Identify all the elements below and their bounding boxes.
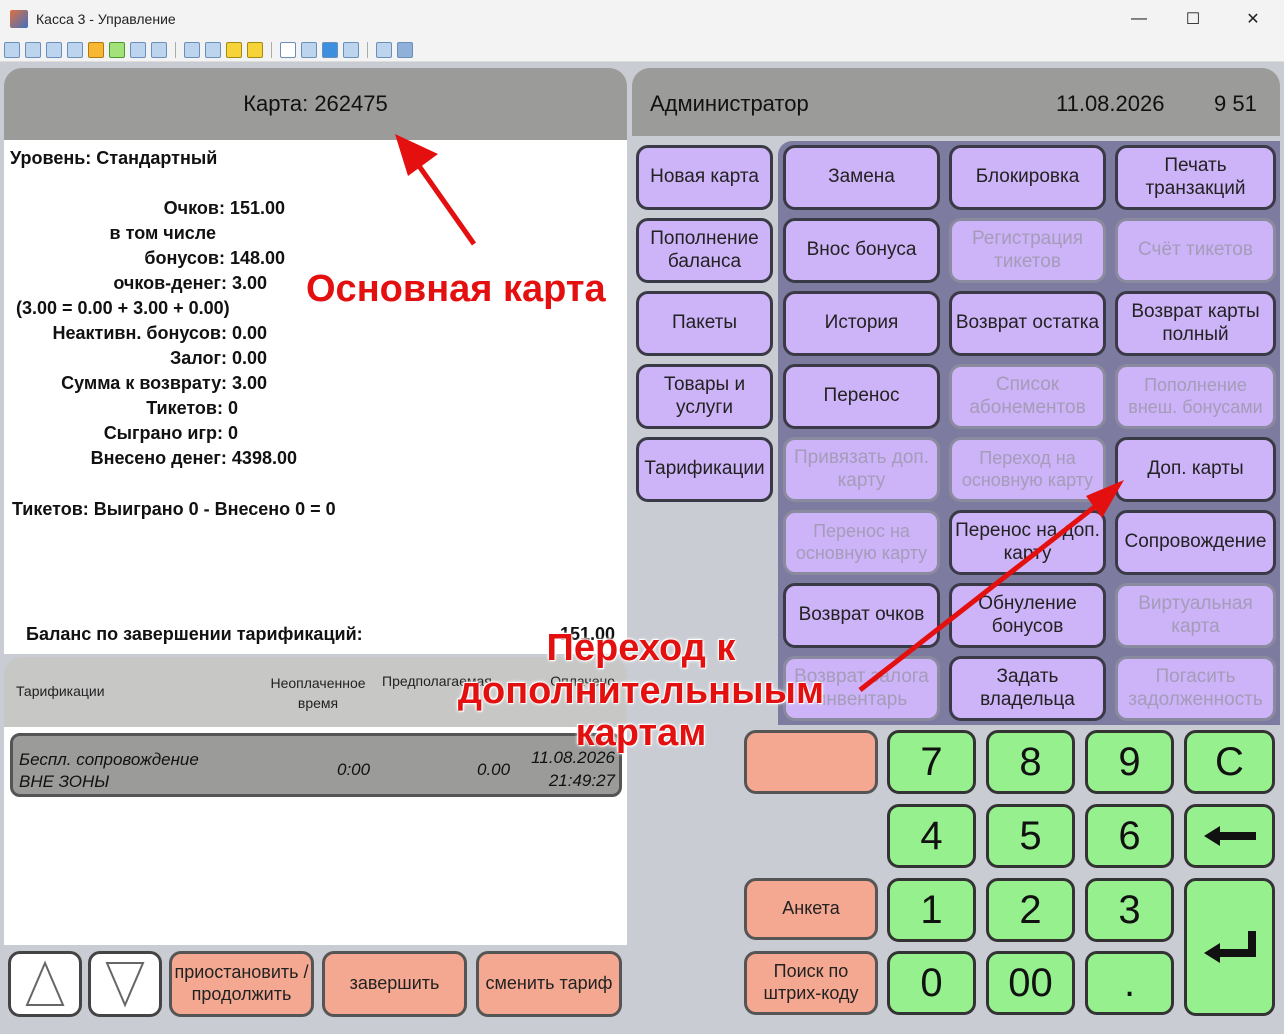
annotation-arrows: [395, 134, 1124, 692]
arrow-to-extra-cards: [858, 480, 1124, 692]
arrow-to-card-number: [395, 134, 477, 246]
annotation-extra-cards: Переход к дополнительныым картам: [457, 627, 825, 755]
annotation-main-card: Основная карта: [306, 268, 606, 310]
